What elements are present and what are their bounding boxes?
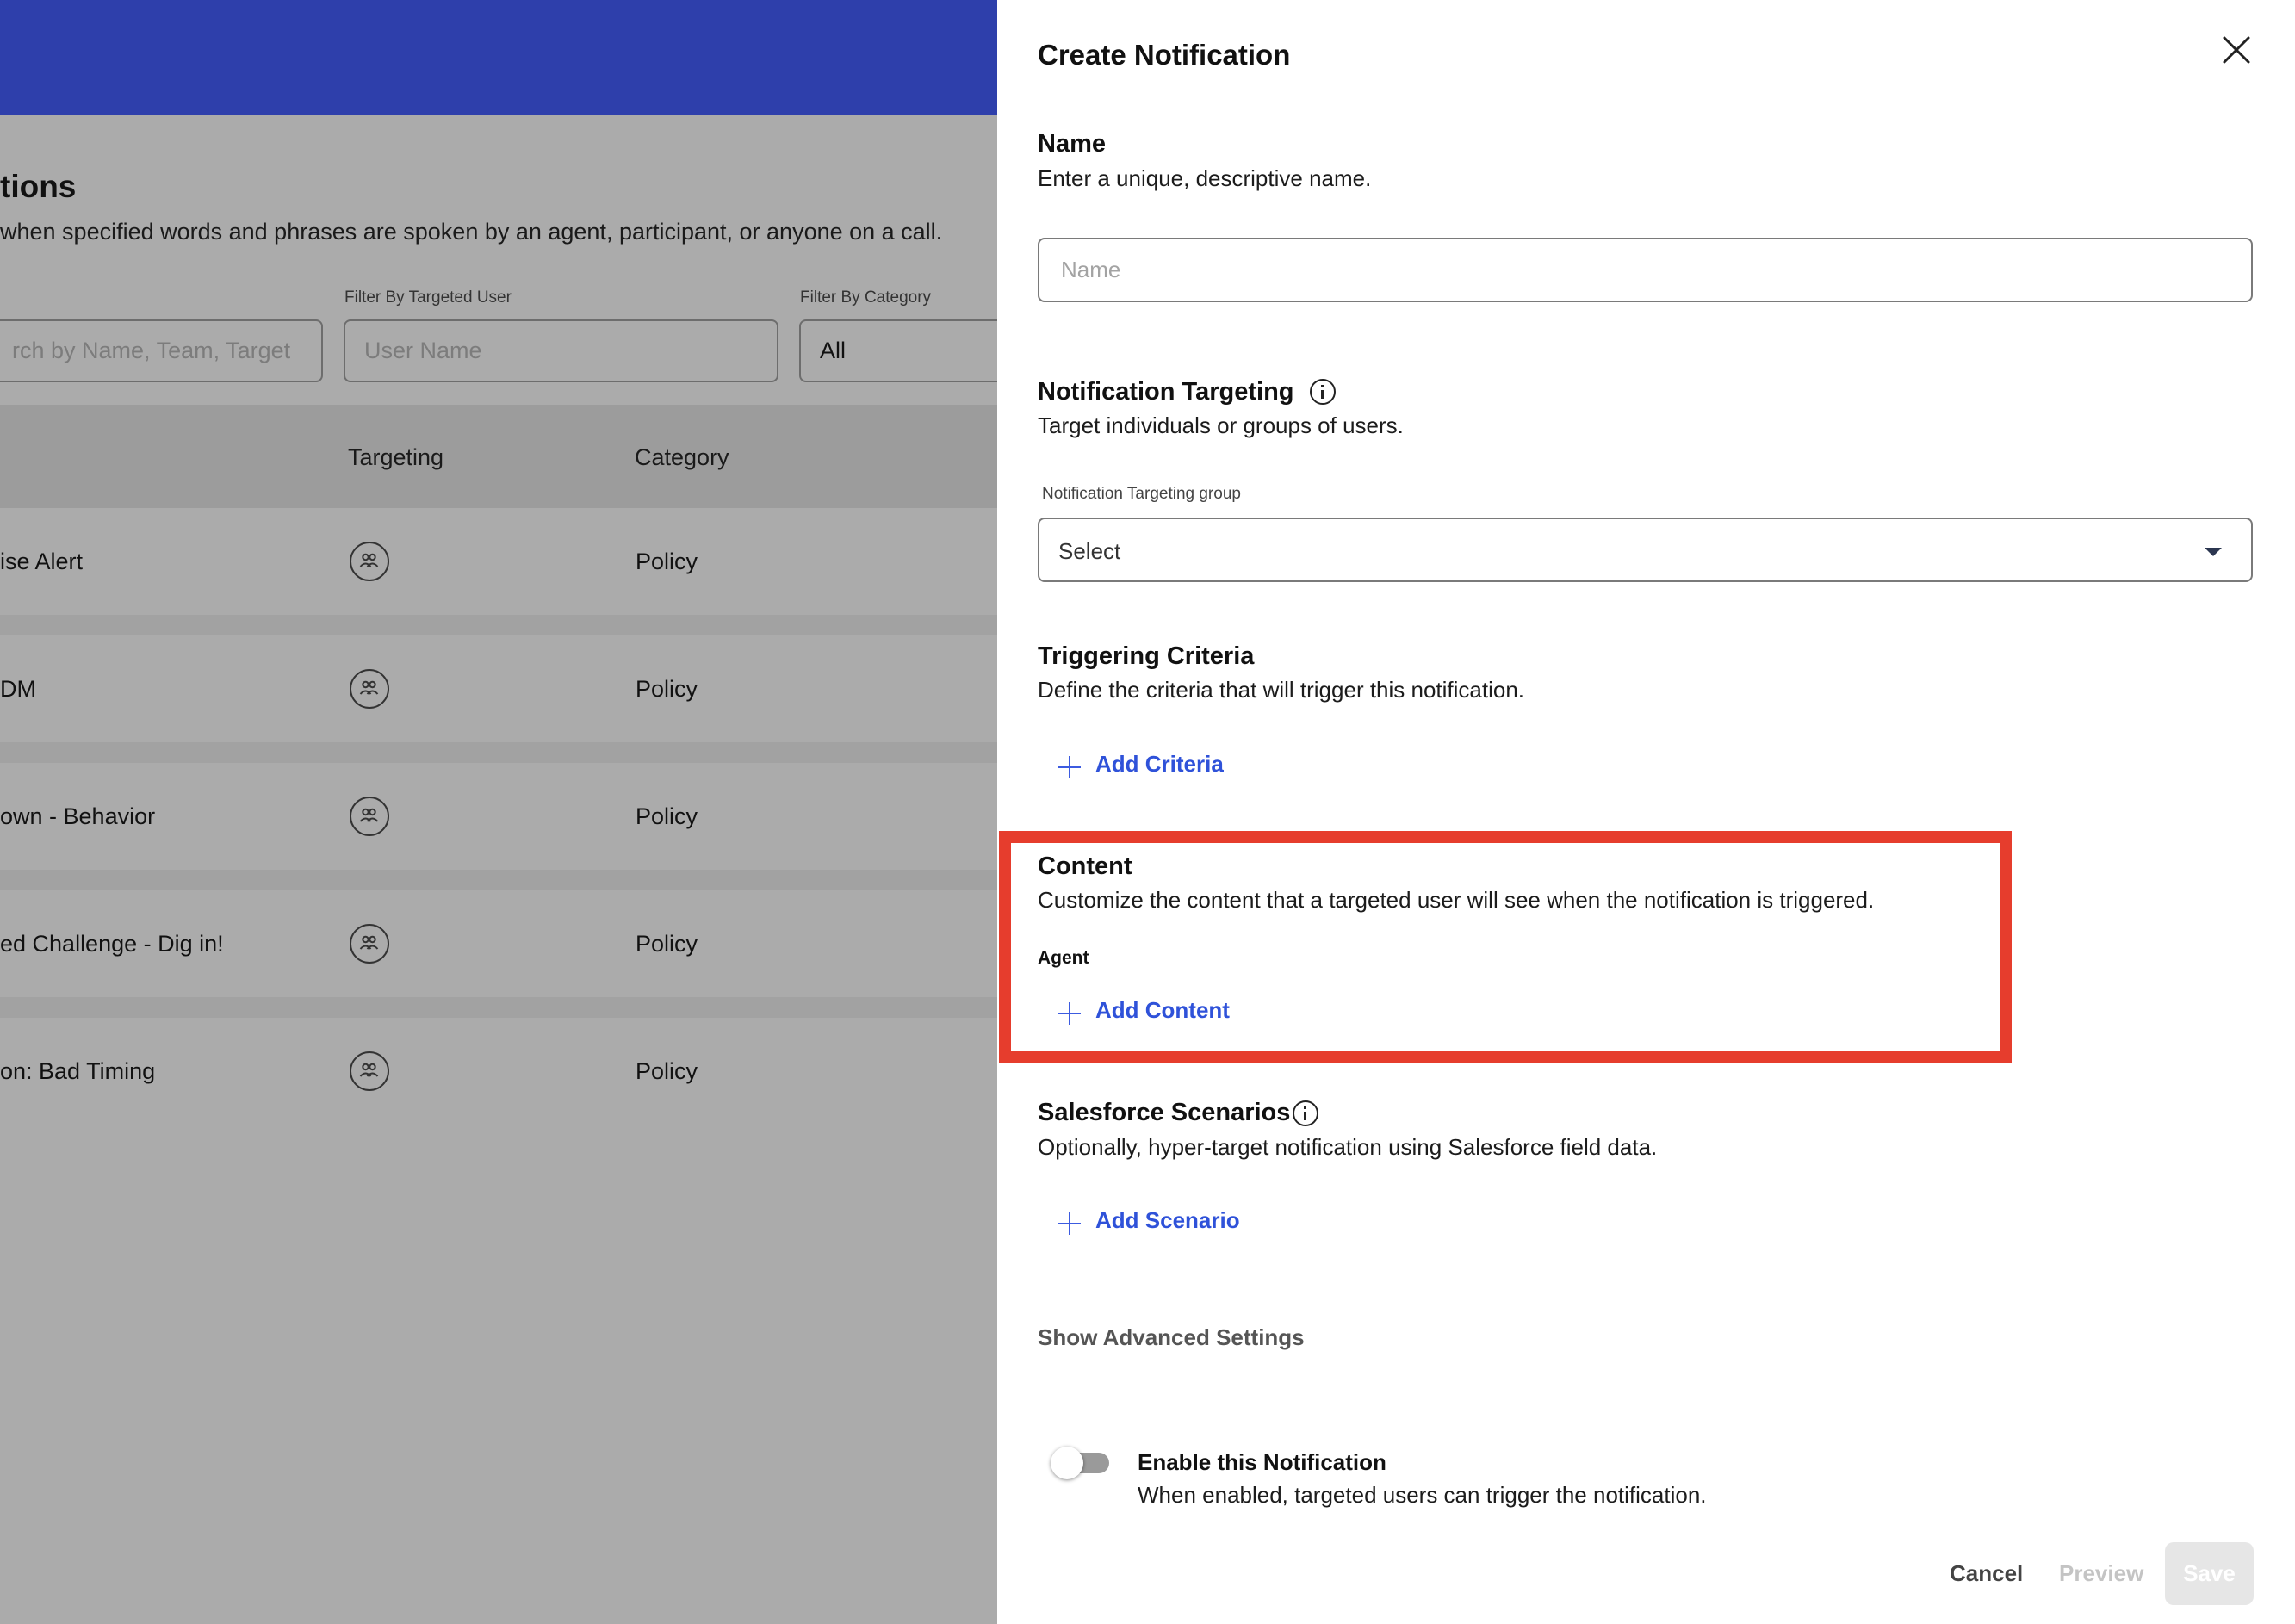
targeting-info-icon[interactable] <box>1310 379 1336 405</box>
row-category: Policy <box>636 1058 698 1084</box>
page-title: tions <box>0 169 77 204</box>
content-section-title: Content <box>1038 852 1132 880</box>
group-icon <box>350 542 389 581</box>
plus-icon <box>1058 1002 1081 1025</box>
name-section-title: Name <box>1038 130 1106 158</box>
app-header-bar <box>0 0 999 115</box>
salesforce-info-icon[interactable] <box>1293 1100 1318 1126</box>
close-button[interactable] <box>2217 31 2255 69</box>
name-input[interactable] <box>1038 238 2253 302</box>
group-icon <box>350 797 389 836</box>
add-scenario-label: Add Scenario <box>1095 1207 1240 1233</box>
filter-user-label: Filter By Targeted User <box>344 288 512 307</box>
table-row[interactable]: own - Behavior Policy <box>0 763 999 870</box>
enable-notification-description: When enabled, targeted users can trigger… <box>1138 1482 1707 1508</box>
targeting-group-label: Notification Targeting group <box>1042 485 1241 503</box>
create-notification-panel: Create Notification Name Enter a unique,… <box>997 0 2295 1624</box>
filter-user-input[interactable]: User Name <box>344 319 778 382</box>
toggle-knob <box>1051 1447 1083 1479</box>
targeting-group-select[interactable]: Select <box>1038 518 2253 582</box>
row-name: on: Bad Timing <box>0 1058 156 1084</box>
table-header <box>0 405 999 508</box>
add-content-button[interactable]: Add Content <box>1058 995 1239 1033</box>
triggering-section-description: Define the criteria that will trigger th… <box>1038 677 1525 703</box>
group-icon <box>350 1051 389 1091</box>
cancel-button[interactable]: Cancel <box>1950 1560 2023 1587</box>
row-divider <box>0 615 999 635</box>
column-header-targeting: Targeting <box>348 444 444 470</box>
plus-icon <box>1058 756 1081 778</box>
chevron-down-icon <box>2205 548 2222 556</box>
content-agent-label: Agent <box>1038 948 1089 968</box>
page-description: when specified words and phrases are spo… <box>0 219 943 245</box>
row-category: Policy <box>636 676 698 702</box>
column-header-category: Category <box>635 444 729 470</box>
table-row[interactable]: on: Bad Timing Policy <box>0 1018 999 1125</box>
row-name: ed Challenge - Dig in! <box>0 931 224 957</box>
add-criteria-label: Add Criteria <box>1095 751 1224 777</box>
row-name: own - Behavior <box>0 803 156 829</box>
triggering-section-title: Triggering Criteria <box>1038 642 1255 670</box>
add-criteria-button[interactable]: Add Criteria <box>1058 749 1231 787</box>
add-content-label: Add Content <box>1095 997 1230 1023</box>
row-category: Policy <box>636 549 698 574</box>
targeting-section-title: Notification Targeting <box>1038 378 1294 406</box>
filter-category-select[interactable]: All <box>799 319 1023 382</box>
table-row[interactable]: DM Policy <box>0 635 999 742</box>
content-section-description: Customize the content that a targeted us… <box>1038 887 1875 913</box>
row-category: Policy <box>636 931 698 957</box>
plus-icon <box>1058 1212 1081 1235</box>
row-divider <box>0 997 999 1018</box>
targeting-section-description: Target individuals or groups of users. <box>1038 412 1404 438</box>
row-divider <box>0 742 999 763</box>
targeting-group-value: Select <box>1058 538 1121 564</box>
show-advanced-settings-link[interactable]: Show Advanced Settings <box>1038 1324 1305 1351</box>
name-section-description: Enter a unique, descriptive name. <box>1038 165 1372 191</box>
table-row[interactable]: ise Alert Policy <box>0 508 999 615</box>
group-icon <box>350 924 389 964</box>
salesforce-section-description: Optionally, hyper-target notification us… <box>1038 1134 1658 1160</box>
save-button[interactable]: Save <box>2165 1542 2254 1605</box>
preview-button[interactable]: Preview <box>2059 1560 2143 1587</box>
row-name: DM <box>0 676 36 702</box>
salesforce-section-title: Salesforce Scenarios <box>1038 1099 1291 1126</box>
row-category: Policy <box>636 803 698 829</box>
row-divider <box>0 870 999 890</box>
close-icon <box>2223 36 2250 64</box>
group-icon <box>350 669 389 709</box>
panel-title: Create Notification <box>1038 39 1291 71</box>
row-name: ise Alert <box>0 549 84 574</box>
enable-notification-title: Enable this Notification <box>1138 1449 1386 1475</box>
filter-category-label: Filter By Category <box>800 288 932 307</box>
add-scenario-button[interactable]: Add Scenario <box>1058 1206 1244 1243</box>
search-input[interactable]: rch by Name, Team, Target <box>0 319 323 382</box>
table-row[interactable]: ed Challenge - Dig in! Policy <box>0 890 999 997</box>
enable-notification-toggle[interactable] <box>1051 1447 1109 1479</box>
